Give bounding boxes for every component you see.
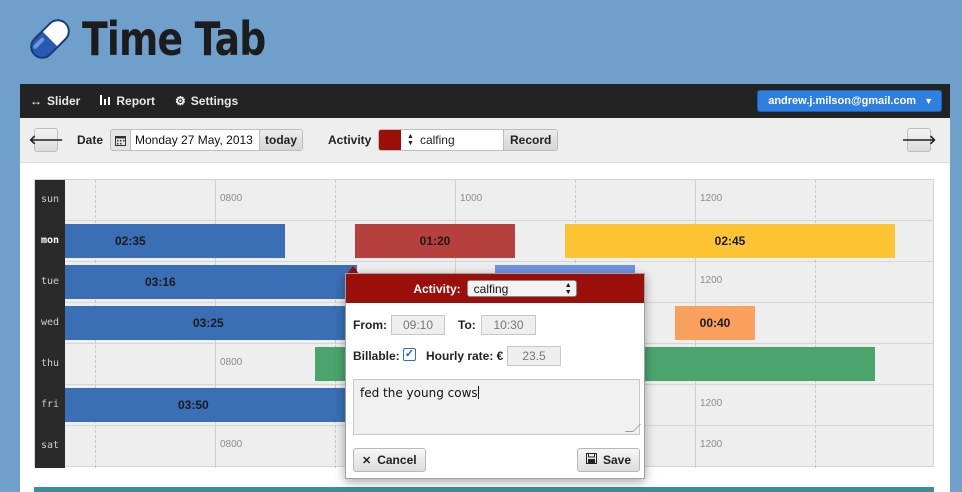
nav-item-report[interactable]: Report [100,94,155,108]
from-input[interactable]: 09:10 [391,315,445,335]
time-entry[interactable]: 02:45 [565,224,895,258]
entry-duration: 03:16 [145,275,176,289]
next-day-button[interactable]: 🡒 [902,128,936,152]
popup-activity-select[interactable]: calfing ▲ ▼ [466,280,577,297]
time-entry[interactable]: 00:40 [675,306,755,340]
nav-item-label: Report [116,94,156,108]
prev-day-button[interactable]: 🡐 [29,128,63,152]
footer-divider [34,487,934,492]
entry-duration: 03:25 [193,316,224,330]
time-entry[interactable]: 02:35 [65,224,285,258]
floppy-disk-icon [586,453,597,467]
day-label-thu: thu [40,358,60,369]
close-icon: ✕ [362,454,372,467]
account-dropdown[interactable]: andrew.j.milson@gmail.com ▼ [757,90,942,112]
date-label: Date [77,133,104,147]
activity-label: Activity [328,133,372,147]
activity-select[interactable]: ▲ ▼ calfing [401,130,503,150]
date-picker: Monday 27 May, 2013 today [110,129,304,151]
hour-label: 1200 [700,398,723,409]
cancel-label: Cancel [377,453,417,467]
text-caret [477,386,479,399]
day-label-sat: sat [40,440,60,451]
day-label-wed: wed [40,317,60,328]
day-column: sun mon tue wed thu fri sat [35,180,65,468]
note-textarea[interactable]: fed the young cows [353,379,641,435]
from-label: From: [353,318,387,332]
calendar-icon[interactable] [111,130,131,150]
hour-label: 0800 [220,193,243,204]
entry-duration: 01:20 [419,234,451,248]
day-label-tue: tue [40,276,60,287]
hour-label: 1200 [700,439,723,450]
row-divider [65,220,933,221]
account-email: andrew.j.milson@gmail.com [768,95,917,107]
popup-activity-label: Activity: [413,281,461,296]
hour-label: 1200 [700,275,723,286]
app-logo: Time Tab [24,12,306,66]
record-button[interactable]: Record [503,130,558,150]
rate-input[interactable]: 23.5 [507,346,561,366]
app-title: Time Tab [82,12,266,66]
arrow-left-icon: 🡐 [28,132,64,147]
arrow-right-icon: 🡒 [901,132,937,147]
popup-activity-value: calfing [473,281,509,296]
billable-label: Billable: [353,349,400,363]
save-button[interactable]: Save [577,448,641,472]
entry-edit-popup: Activity: calfing ▲ ▼ From: 09:10 To: 10:… [345,273,645,479]
note-text: fed the young cows [360,386,478,400]
nav-item-label: Slider [47,94,81,108]
activity-select-value: calfing [419,133,455,147]
billable-checkbox[interactable]: ✓ [403,348,416,361]
day-label-mon: mon [40,235,60,246]
entry-duration: 02:45 [714,234,746,248]
to-input[interactable]: 10:30 [481,315,536,335]
entry-duration: 03:50 [178,398,209,412]
arrows-horizontal-icon: ↔ [30,94,42,108]
cancel-button[interactable]: ✕ Cancel [353,448,426,472]
nav-item-settings[interactable]: ⚙ Settings [175,94,238,108]
activity-picker: ▲ ▼ calfing Record [378,129,559,151]
hour-label: 0800 [220,439,243,450]
gear-icon: ⚙ [175,94,186,108]
caret-down-icon: ▼ [924,96,933,106]
date-input[interactable]: Monday 27 May, 2013 [131,130,259,150]
time-entry[interactable]: 03:50 [65,388,357,422]
save-label: Save [603,453,632,467]
select-arrows-icon: ▲ ▼ [407,133,414,147]
time-entry[interactable]: 03:16 [65,265,357,299]
activity-color-swatch[interactable] [379,130,401,150]
hour-label: 1000 [460,193,483,204]
day-label-fri: fri [40,399,60,410]
popup-header: Activity: calfing ▲ ▼ [346,274,644,303]
entry-duration: 02:35 [115,234,146,248]
toolbar: 🡐 Date Monday 27 May, 2013 today Activit… [20,118,950,163]
to-label: To: [458,318,476,332]
hour-label: 1200 [700,193,723,204]
nav-item-label: Settings [190,94,239,108]
bar-chart-icon [100,94,111,108]
time-entry[interactable]: 03:25 [65,306,357,340]
navbar: ↔ Slider Report ⚙ Settings andrew.j.mils… [20,84,950,118]
today-button[interactable]: today [259,130,303,150]
hour-label: 0800 [220,357,243,368]
day-label-sun: sun [40,194,60,205]
resize-grip-icon[interactable] [625,424,641,432]
time-entry[interactable]: 01:20 [355,224,515,258]
pill-icon [24,13,76,65]
entry-duration: 00:40 [699,316,731,330]
select-arrows-icon: ▲ ▼ [564,281,572,296]
row-divider [65,261,933,262]
nav-item-slider[interactable]: ↔ Slider [30,94,80,108]
rate-label: Hourly rate: € [426,349,504,363]
